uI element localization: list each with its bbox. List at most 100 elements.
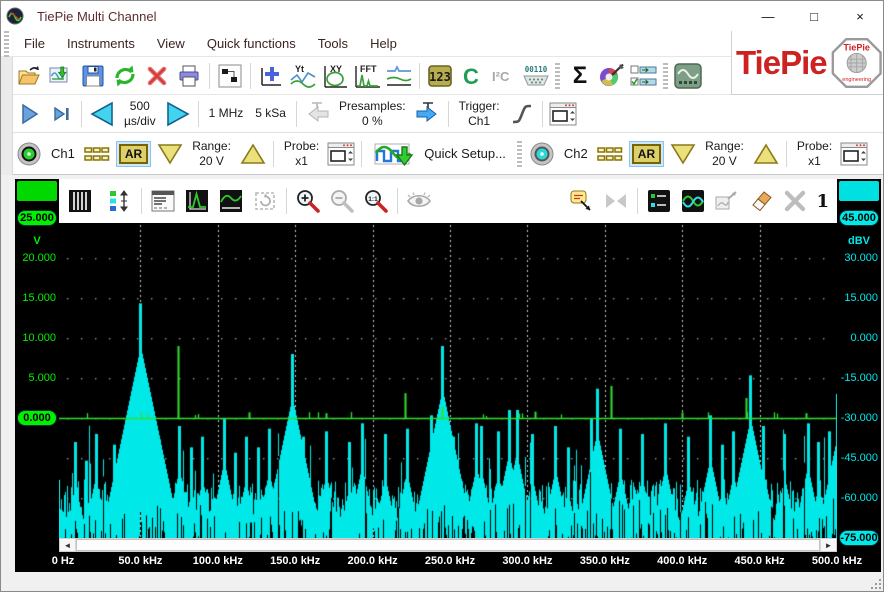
ch1-axis-block[interactable] bbox=[17, 181, 57, 201]
graph-region: 1:1 bbox=[1, 175, 884, 592]
axis-tick-label: 15.000 bbox=[15, 292, 56, 304]
ch1-range-down-button[interactable] bbox=[154, 139, 186, 169]
traces-view-button[interactable] bbox=[678, 186, 708, 216]
scrollbar-thumb[interactable] bbox=[76, 539, 820, 551]
axis-tick-label: -30.000 bbox=[837, 412, 878, 424]
open-button[interactable] bbox=[13, 61, 45, 91]
plot-scrollbar[interactable]: ◄ ► bbox=[59, 538, 837, 552]
remove-comment-button[interactable] bbox=[601, 186, 631, 216]
close-graph-button[interactable] bbox=[780, 186, 810, 216]
menu-item-help[interactable]: Help bbox=[359, 32, 408, 55]
trigger-source: Trigger: Ch1 bbox=[453, 99, 506, 128]
frequency-tick-label: 50.0 kHz bbox=[118, 555, 162, 567]
graph-toolbar: 1:1 bbox=[59, 179, 837, 223]
expand-graph-button[interactable] bbox=[712, 186, 742, 216]
start-button[interactable] bbox=[13, 99, 45, 129]
frequency-axis[interactable]: 0 Hz50.0 kHz100.0 kHz150.0 kHz200.0 kHz2… bbox=[41, 552, 881, 572]
application-window: TiePie Multi Channel — □ × FileInstrumen… bbox=[0, 0, 884, 592]
axis-tick-label: V bbox=[15, 235, 59, 247]
presamples-decrease-button[interactable] bbox=[301, 99, 333, 129]
menu-item-quick-functions[interactable]: Quick functions bbox=[196, 32, 307, 55]
ch2-autorange-button[interactable]: AR bbox=[629, 141, 664, 167]
menu-item-view[interactable]: View bbox=[146, 32, 196, 55]
minimize-button[interactable]: — bbox=[745, 1, 791, 31]
ch1-settings-button[interactable] bbox=[325, 139, 357, 169]
ch1-range-up-button[interactable] bbox=[237, 139, 269, 169]
xy-graph-button[interactable]: XY bbox=[319, 61, 351, 91]
resize-grip[interactable] bbox=[869, 577, 883, 591]
erase-button[interactable] bbox=[746, 186, 776, 216]
axis-tick-label: -45.000 bbox=[837, 452, 878, 464]
axis-range-pill: 25.000 bbox=[17, 210, 57, 226]
ch2-settings-button[interactable] bbox=[838, 139, 870, 169]
presamples-increase-button[interactable] bbox=[412, 99, 444, 129]
timebase-slower-button[interactable] bbox=[86, 99, 118, 129]
menubar-drag-handle[interactable] bbox=[4, 31, 9, 57]
i2c-analyzer-button[interactable]: I²C bbox=[488, 61, 520, 91]
axis-range-pill: -75.000 bbox=[839, 530, 879, 546]
table-view-button[interactable] bbox=[148, 186, 178, 216]
tiepie-logo-badge: TiePie engineering bbox=[829, 34, 884, 92]
right-axis[interactable]: 45.000dBV30.00015.0000.000-15.000-30.000… bbox=[837, 179, 881, 552]
zoom-out-button[interactable] bbox=[327, 186, 357, 216]
ch1-autorange-button[interactable]: AR bbox=[116, 141, 151, 167]
save-button[interactable] bbox=[77, 61, 109, 91]
plot-area bbox=[59, 223, 837, 538]
left-axis[interactable]: 25.000V20.00015.00010.0005.0000.000 bbox=[15, 179, 59, 592]
print-button[interactable] bbox=[173, 61, 205, 91]
frequency-tick-label: 150.0 kHz bbox=[270, 555, 320, 567]
scrollbar-right-arrow[interactable]: ► bbox=[820, 539, 836, 551]
generator-button[interactable] bbox=[672, 61, 704, 91]
quick-setup-button[interactable]: Quick Setup... bbox=[366, 139, 514, 169]
ch2-range-down-button[interactable] bbox=[667, 139, 699, 169]
import-data-button[interactable] bbox=[45, 61, 77, 91]
app-icon[interactable] bbox=[1, 1, 29, 31]
menu-item-instruments[interactable]: Instruments bbox=[56, 32, 146, 55]
ch2-range-up-button[interactable] bbox=[750, 139, 782, 169]
yt-graph-button[interactable]: Yt bbox=[287, 61, 319, 91]
scrollbar-left-arrow[interactable]: ◄ bbox=[60, 539, 76, 551]
legend-button[interactable] bbox=[644, 186, 674, 216]
object-tree-button[interactable] bbox=[214, 61, 246, 91]
ch2-coupling-icon[interactable] bbox=[594, 139, 626, 169]
zoom-in-button[interactable] bbox=[293, 186, 323, 216]
frequency-tick-label: 200.0 kHz bbox=[348, 555, 398, 567]
grid-toggle-button[interactable] bbox=[65, 186, 95, 216]
menu-item-tools[interactable]: Tools bbox=[307, 32, 359, 55]
ch2-axis-block[interactable] bbox=[839, 181, 879, 201]
colors-settings-button[interactable] bbox=[596, 61, 628, 91]
timebase-faster-button[interactable] bbox=[162, 99, 194, 129]
current-clamp-button[interactable]: C bbox=[456, 61, 488, 91]
meter-button[interactable]: 123 bbox=[424, 61, 456, 91]
menu-item-file[interactable]: File bbox=[13, 32, 56, 55]
toolbar-drag-handle[interactable] bbox=[663, 63, 668, 89]
combined-graph-button[interactable] bbox=[383, 61, 415, 91]
fft-graph-button[interactable]: FFT bbox=[351, 61, 383, 91]
zoom-reset-button[interactable]: 1:1 bbox=[361, 186, 391, 216]
acquisition-settings-button[interactable] bbox=[547, 99, 579, 129]
serial-protocol-button[interactable]: 00110 bbox=[520, 61, 552, 91]
ch1-coupling-icon[interactable] bbox=[81, 139, 113, 169]
ch1-bnc-icon[interactable] bbox=[13, 139, 45, 169]
axis-tick-label: 10.000 bbox=[15, 332, 56, 344]
zoom-region-button[interactable] bbox=[250, 186, 280, 216]
one-shot-button[interactable] bbox=[45, 99, 77, 129]
toolbar-drag-handle[interactable] bbox=[555, 63, 560, 89]
graph-curve-view-button[interactable] bbox=[216, 186, 246, 216]
maximize-button[interactable]: □ bbox=[791, 1, 837, 31]
ch2-bnc-icon[interactable] bbox=[526, 139, 558, 169]
visibility-eye-button[interactable] bbox=[404, 186, 434, 216]
add-graph-button[interactable] bbox=[255, 61, 287, 91]
toolbar-drag-handle[interactable] bbox=[517, 141, 522, 167]
measure-settings-button[interactable] bbox=[628, 61, 660, 91]
close-button[interactable]: × bbox=[837, 1, 883, 31]
sigma-math-button[interactable]: Σ bbox=[564, 61, 596, 91]
axis-levels-button[interactable] bbox=[105, 186, 135, 216]
add-comment-button[interactable] bbox=[567, 186, 597, 216]
trigger-edge-icon[interactable] bbox=[506, 99, 538, 129]
delete-button[interactable] bbox=[141, 61, 173, 91]
svg-text:00110: 00110 bbox=[525, 65, 548, 74]
spectrum-plot[interactable] bbox=[59, 223, 837, 538]
graph-peak-view-button[interactable] bbox=[182, 186, 212, 216]
refresh-button[interactable] bbox=[109, 61, 141, 91]
